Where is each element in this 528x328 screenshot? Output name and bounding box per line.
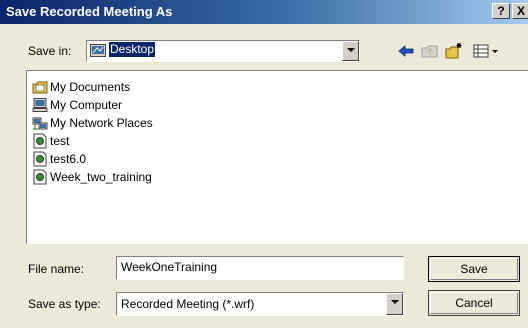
save-as-type-value: Recorded Meeting (*.wrf) (121, 297, 255, 311)
file-list[interactable]: My Documents My Computer My Network Plac… (26, 70, 528, 244)
file-name-value: WeekOneTraining (121, 260, 218, 274)
desktop-icon (90, 44, 106, 57)
list-item-label: My Documents (50, 80, 131, 94)
file-name-input[interactable]: WeekOneTraining (116, 256, 404, 280)
network-places-icon (32, 117, 48, 130)
back-arrow-icon[interactable] (396, 42, 416, 60)
cancel-button[interactable]: Cancel (428, 290, 520, 316)
view-menu-icon[interactable] (472, 42, 500, 60)
list-item-label: test (50, 134, 70, 148)
save-button[interactable]: Save (428, 256, 520, 282)
save-as-type-dropdown[interactable]: Recorded Meeting (*.wrf) (116, 292, 404, 316)
save-dialog: Save Recorded Meeting As ? X Save in: De… (0, 0, 528, 328)
list-item-label: Week_two_training (50, 170, 152, 184)
wrf-file-icon (33, 151, 47, 167)
list-item-label: test6.0 (50, 152, 87, 166)
save-in-dropdown[interactable]: Desktop (86, 40, 360, 62)
my-documents-icon (32, 81, 48, 94)
save-as-type-label: Save as type: (28, 297, 101, 311)
cancel-button-label: Cancel (455, 296, 493, 310)
wrf-file-icon (33, 133, 47, 149)
file-name-label: File name: (28, 262, 85, 276)
wrf-file-icon (33, 169, 47, 185)
up-folder-icon[interactable] (420, 42, 440, 60)
my-computer-icon (32, 98, 48, 112)
dialog-title: Save Recorded Meeting As (6, 4, 173, 19)
title-bar[interactable]: Save Recorded Meeting As ? X (0, 0, 528, 24)
list-item-label: My Computer (50, 98, 123, 112)
new-folder-icon[interactable] (444, 42, 464, 60)
chevron-down-icon[interactable] (386, 293, 403, 315)
save-in-label: Save in: (28, 44, 72, 58)
close-button[interactable]: X (512, 3, 528, 19)
list-item-label: My Network Places (50, 116, 153, 130)
chevron-down-icon[interactable] (342, 41, 359, 61)
help-button[interactable]: ? (492, 3, 510, 19)
save-button-label: Save (460, 262, 488, 276)
save-in-value: Desktop (109, 42, 156, 57)
